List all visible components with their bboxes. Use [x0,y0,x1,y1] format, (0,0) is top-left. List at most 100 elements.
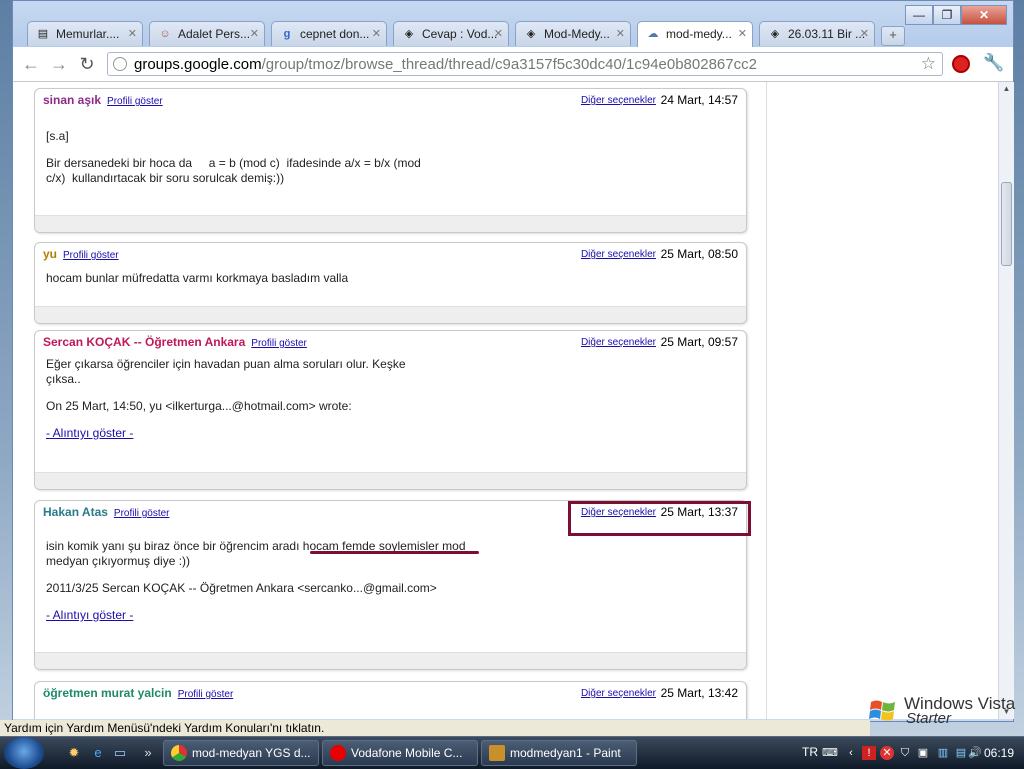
url-text[interactable]: groups.google.com/group/tmoz/browse_thre… [134,56,757,73]
message-author: öğretmen murat yalcin Profili göster [43,686,233,700]
message-date: 25 Mart, 09:57 [660,335,738,349]
address-bar[interactable]: groups.google.com/group/tmoz/browse_thre… [107,52,943,76]
body-line: Eğer çıkarsa öğrenciler için havadan pua… [46,357,406,371]
body-line: Bir dersanedeki bir hoca da a = b (mod c… [46,156,421,170]
diamond-icon: ◈ [770,28,780,40]
body-line: [s.a] [46,129,69,143]
sidebar-divider [766,82,767,719]
show-quote-link[interactable]: - Alıntıyı göster - [46,426,406,441]
title-bar: ▤ Memurlar.... ✕ ☺ Adalet Pers... ✕ g cepnet … [13,1,1013,47]
profile-link[interactable]: Profili göster [114,508,170,519]
maximize-button[interactable]: ❐ [933,5,961,25]
tab-active[interactable]: ☁ mod-medy... ✕ [637,21,753,47]
scroll-thumb[interactable] [1001,182,1012,266]
security-alert-icon[interactable]: ✕ [880,746,894,760]
close-window-button[interactable]: ✕ [961,5,1007,25]
url-path: /group/tmoz/browse_thread/thread/c9a3157… [261,56,757,73]
close-icon[interactable]: ✕ [860,27,869,40]
close-icon[interactable]: ✕ [128,27,137,40]
start-button[interactable] [4,737,44,769]
tab-cevap[interactable]: ◈ Cevap : Vod... ✕ [393,21,509,46]
wrench-icon[interactable]: 🔧 [983,53,1004,73]
more-options-link[interactable]: Diğer seçenekler [581,95,656,106]
show-desktop-icon[interactable]: ✹ [66,745,82,761]
display-icon[interactable]: ▤ [954,746,968,760]
show-quote-link[interactable]: - Alıntıyı göster - [46,608,466,623]
clock[interactable]: 06:19 [984,746,1014,760]
ie-icon[interactable]: e [90,745,106,761]
taskbar-label: modmedyan1 - Paint [510,746,621,760]
people-icon: ☺ [159,28,171,40]
volume-icon[interactable]: 🔊 [968,746,982,760]
tab-adalet[interactable]: ☺ Adalet Pers... ✕ [149,21,265,46]
body-line: medyan çıkıyormuş diye :)) [46,554,191,568]
status-bar: Yardım için Yardım Menüsü'ndeki Yardım K… [0,720,870,736]
message-author: Sercan KOÇAK -- Öğretmen Ankara Profili g… [43,335,307,349]
back-icon[interactable]: ← [19,53,43,75]
vista-edition: Starter [906,710,952,727]
tab-label: Adalet Pers... [178,27,251,41]
device-icon[interactable]: ▣ [916,746,930,760]
profile-link[interactable]: Profili göster [178,689,234,700]
switch-windows-icon[interactable]: ▭ [112,745,128,761]
vista-watermark: Windows Vista Starter [866,694,1016,728]
close-icon[interactable]: ✕ [372,27,381,40]
windows-flag-icon [869,700,895,721]
profile-link[interactable]: Profili göster [63,250,119,261]
google-icon: g [283,28,291,40]
taskbar-button-browser[interactable]: mod-medyan YGS d... [163,740,319,766]
tab-cepnet[interactable]: g cepnet don... ✕ [271,21,387,46]
taskbar-button-paint[interactable]: modmedyan1 - Paint [481,740,637,766]
tray-expand-icon[interactable]: ‹ [844,746,858,760]
more-options-link[interactable]: Diğer seçenekler [581,249,656,260]
chrome-icon [171,745,187,761]
status-text: Yardım için Yardım Menüsü'ndeki Yardım K… [4,721,325,735]
message-author: Hakan Atas Profili göster [43,505,170,519]
tab-label: 26.03.11 Bir ... [788,27,866,41]
close-icon[interactable]: ✕ [738,27,747,40]
keyboard-icon[interactable]: ⌨ [822,746,838,760]
tab-label: mod-medy... [666,27,732,41]
message-body: hocam bunlar müfredatta varmı korkmaya b… [46,271,348,286]
vertical-scrollbar[interactable]: ▲ ▼ [998,82,1014,719]
taskbar-button-vodafone[interactable]: Vodafone Mobile C... [322,740,478,766]
page-viewport: sinan aşık Profili göster Diğer seçenekle… [13,82,998,719]
close-icon[interactable]: ✕ [616,27,625,40]
network-icon[interactable]: ▥ [936,746,950,760]
message-date: 25 Mart, 13:42 [660,686,738,700]
message-card: sinan aşık Profili göster Diğer seçenekle… [34,88,747,233]
paint-icon [489,745,505,761]
tab-26-03[interactable]: ◈ 26.03.11 Bir ... ✕ [759,21,875,46]
minimize-button[interactable]: — [905,5,933,25]
forward-icon[interactable]: → [47,53,71,75]
browser-toolbar: ← → ↻ groups.google.com/group/tmoz/brows… [13,47,1013,82]
close-icon[interactable]: ✕ [250,27,259,40]
more-options-link[interactable]: Diğer seçenekler [581,337,656,348]
language-indicator[interactable]: TR [802,745,818,759]
author-name: sinan aşık [43,93,102,107]
tab-memurlar[interactable]: ▤ Memurlar.... ✕ [27,21,143,46]
close-icon[interactable]: ✕ [494,27,503,40]
message-date: 24 Mart, 14:57 [660,93,738,107]
reload-icon[interactable]: ↻ [75,53,99,75]
author-name: yu [43,247,58,261]
bookmark-star-icon[interactable]: ☆ [921,54,936,74]
antivirus-icon[interactable]: ! [862,746,876,760]
author-name: Hakan Atas [43,505,108,519]
profile-link[interactable]: Profili göster [251,338,307,349]
new-tab-button[interactable]: + [881,26,905,46]
diamond-icon: ◈ [526,28,536,40]
scroll-up-icon[interactable]: ▲ [999,82,1014,96]
tab-label: Cevap : Vod... [422,27,498,41]
profile-link[interactable]: Profili göster [107,96,163,107]
adblock-icon[interactable] [952,55,970,73]
tab-mod-medy[interactable]: ◈ Mod-Medy... ✕ [515,21,631,46]
message-footer [35,472,746,489]
shield-icon[interactable]: ⛉ [898,746,912,760]
more-quicklaunch-icon[interactable]: » [140,745,156,761]
more-options-link[interactable]: Diğer seçenekler [581,688,656,699]
tab-label: Memurlar.... [56,27,120,41]
tab-label: Mod-Medy... [544,27,610,41]
body-line: çıksa.. [46,372,81,386]
message-footer [35,215,746,232]
